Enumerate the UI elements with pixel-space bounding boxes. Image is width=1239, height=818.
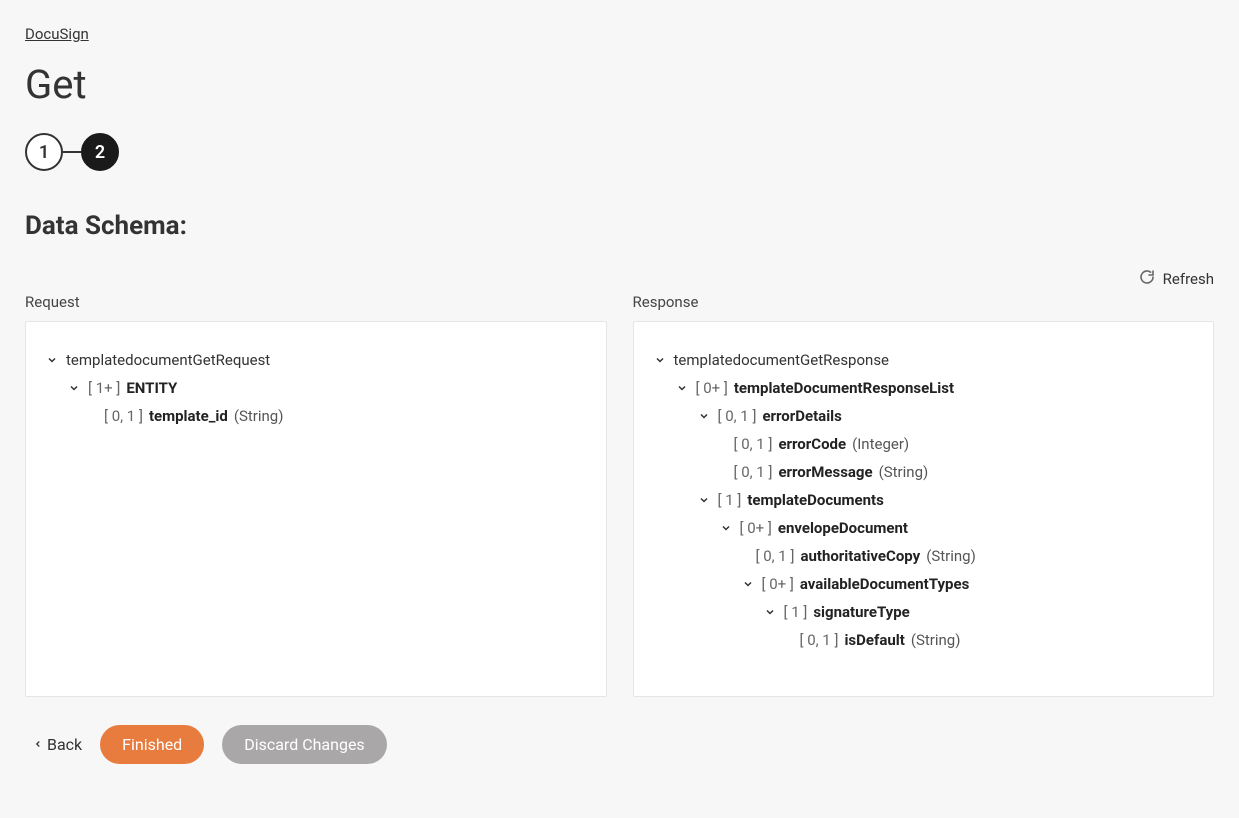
tree-node-leaf[interactable]: [ 0, 1 ] isDefault (String) bbox=[784, 628, 1196, 652]
tree-node-leaf[interactable]: [ 0, 1 ] authoritativeCopy (String) bbox=[740, 544, 1196, 568]
chevron-down-icon[interactable] bbox=[44, 352, 60, 368]
node-cardinality: [ 0, 1 ] bbox=[756, 547, 795, 565]
node-cardinality: [ 0, 1 ] bbox=[104, 407, 143, 425]
node-name: signatureType bbox=[813, 603, 909, 621]
refresh-icon bbox=[1139, 269, 1155, 289]
tree-node-leaf[interactable]: [ 0, 1 ] template_id (String) bbox=[88, 404, 588, 428]
tree-node-entity[interactable]: [ 1+ ] ENTITY bbox=[66, 376, 588, 400]
tree-node[interactable]: [ 1 ] templateDocuments bbox=[696, 488, 1196, 512]
node-name: errorMessage bbox=[778, 463, 872, 481]
node-cardinality: [ 1+ ] bbox=[88, 379, 120, 397]
node-cardinality: [ 0, 1 ] bbox=[800, 631, 839, 649]
node-cardinality: [ 1 ] bbox=[718, 491, 742, 509]
tree-node[interactable]: [ 0+ ] templateDocumentResponseList bbox=[674, 376, 1196, 400]
chevron-down-icon[interactable] bbox=[718, 520, 734, 536]
node-name: availableDocumentTypes bbox=[800, 575, 969, 593]
tree-node[interactable]: [ 0+ ] availableDocumentTypes bbox=[740, 572, 1196, 596]
back-label: Back bbox=[47, 735, 82, 754]
node-name: isDefault bbox=[844, 631, 904, 649]
refresh-button[interactable]: Refresh bbox=[1139, 269, 1214, 289]
tree-node-leaf[interactable]: [ 0, 1 ] errorMessage (String) bbox=[718, 460, 1196, 484]
request-label: Request bbox=[25, 293, 607, 311]
node-type: (String) bbox=[879, 463, 929, 481]
section-title: Data Schema: bbox=[25, 211, 1214, 241]
node-name: templateDocumentResponseList bbox=[734, 379, 954, 397]
chevron-down-icon[interactable] bbox=[674, 380, 690, 396]
chevron-down-icon[interactable] bbox=[762, 604, 778, 620]
node-cardinality: [ 0, 1 ] bbox=[718, 407, 757, 425]
chevron-down-icon[interactable] bbox=[652, 352, 668, 368]
node-name: authoritativeCopy bbox=[800, 547, 920, 565]
node-name: ENTITY bbox=[126, 379, 177, 397]
node-cardinality: [ 0, 1 ] bbox=[734, 435, 773, 453]
node-cardinality: [ 0+ ] bbox=[696, 379, 728, 397]
node-cardinality: [ 0+ ] bbox=[762, 575, 794, 593]
response-panel: templatedocumentGetResponse [ 0+ ] templ… bbox=[633, 321, 1215, 697]
tree-node-root[interactable]: templatedocumentGetResponse bbox=[652, 348, 1196, 372]
node-label: templatedocumentGetRequest bbox=[66, 351, 270, 369]
chevron-down-icon[interactable] bbox=[740, 576, 756, 592]
response-label: Response bbox=[633, 293, 1215, 311]
tree-node-root[interactable]: templatedocumentGetRequest bbox=[44, 348, 588, 372]
tree-node[interactable]: [ 0+ ] envelopeDocument bbox=[718, 516, 1196, 540]
node-cardinality: [ 0+ ] bbox=[740, 519, 772, 537]
step-indicator: 1 2 bbox=[25, 133, 1214, 171]
node-label: templatedocumentGetResponse bbox=[674, 351, 890, 369]
chevron-left-icon bbox=[33, 735, 43, 754]
discard-button[interactable]: Discard Changes bbox=[222, 725, 386, 764]
node-type: (Integer) bbox=[852, 435, 909, 453]
node-name: envelopeDocument bbox=[778, 519, 908, 537]
refresh-label: Refresh bbox=[1163, 270, 1214, 288]
node-name: templateDocuments bbox=[747, 491, 884, 509]
breadcrumb-link[interactable]: DocuSign bbox=[25, 25, 89, 43]
node-cardinality: [ 0, 1 ] bbox=[734, 463, 773, 481]
tree-node[interactable]: [ 1 ] signatureType bbox=[762, 600, 1196, 624]
chevron-down-icon[interactable] bbox=[696, 492, 712, 508]
chevron-down-icon[interactable] bbox=[66, 380, 82, 396]
node-name: template_id bbox=[149, 407, 228, 425]
request-panel: templatedocumentGetRequest [ 1+ ] ENTITY bbox=[25, 321, 607, 697]
node-type: (String) bbox=[234, 407, 284, 425]
finished-button[interactable]: Finished bbox=[100, 725, 204, 764]
node-name: errorCode bbox=[778, 435, 846, 453]
chevron-down-icon[interactable] bbox=[696, 408, 712, 424]
step-1[interactable]: 1 bbox=[25, 133, 63, 171]
tree-node-leaf[interactable]: [ 0, 1 ] errorCode (Integer) bbox=[718, 432, 1196, 456]
tree-node[interactable]: [ 0, 1 ] errorDetails bbox=[696, 404, 1196, 428]
step-connector bbox=[63, 151, 81, 153]
node-type: (String) bbox=[926, 547, 976, 565]
step-2[interactable]: 2 bbox=[81, 133, 119, 171]
node-type: (String) bbox=[911, 631, 961, 649]
node-name: errorDetails bbox=[762, 407, 841, 425]
node-cardinality: [ 1 ] bbox=[784, 603, 808, 621]
back-button[interactable]: Back bbox=[33, 735, 82, 754]
page-title: Get bbox=[25, 61, 1214, 108]
